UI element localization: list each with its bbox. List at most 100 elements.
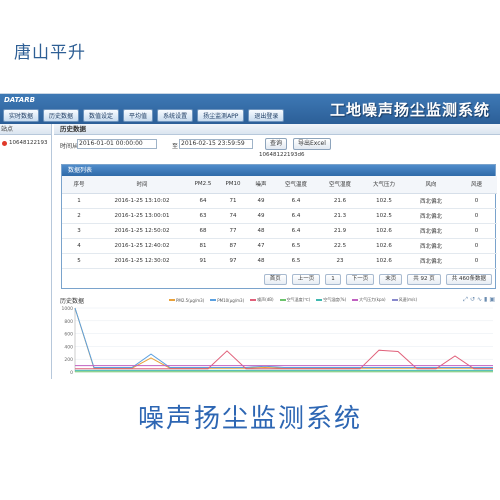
legend-item[interactable]: 空气湿度(%) bbox=[316, 297, 346, 303]
y-tick-label: 200 bbox=[64, 357, 73, 363]
query-button[interactable]: 查询 bbox=[265, 138, 288, 150]
legend-item[interactable]: PM10(μg/m3) bbox=[210, 297, 244, 303]
first-page-button[interactable]: 首页 bbox=[263, 274, 287, 285]
legend-swatch bbox=[391, 299, 398, 301]
col-header: PM10 bbox=[218, 176, 248, 194]
y-tick-label: 600 bbox=[64, 332, 73, 338]
table-cell: 0 bbox=[456, 238, 497, 254]
table-cell: 21.6 bbox=[318, 193, 362, 209]
prev-page-button[interactable]: 上一页 bbox=[291, 274, 321, 285]
table-cell: 49 bbox=[248, 193, 274, 209]
table-cell: 102.6 bbox=[362, 223, 406, 239]
table-cell: 6.5 bbox=[274, 253, 318, 269]
table-cell: 71 bbox=[218, 193, 248, 209]
table-cell: 0 bbox=[456, 193, 497, 209]
table-row[interactable]: 2 2016-1-25 13:00:01 63 74 49 6.4 21.3 1… bbox=[62, 208, 497, 224]
station-item[interactable]: 10648122193 bbox=[0, 135, 51, 146]
export-excel-button[interactable]: 导出Excel bbox=[293, 138, 331, 150]
y-tick-label: 1000 bbox=[62, 306, 74, 312]
status-dot-icon bbox=[2, 140, 7, 146]
col-header: 空气湿度 bbox=[318, 176, 362, 194]
legend-label: 空气湿度(%) bbox=[323, 297, 347, 302]
table-cell: 6.4 bbox=[274, 223, 318, 239]
restore-icon[interactable]: ↺ bbox=[470, 296, 475, 304]
logo: DATARB bbox=[4, 96, 35, 104]
table-cell: 102.5 bbox=[362, 208, 406, 224]
nav-realtime[interactable]: 实时数据 bbox=[3, 109, 40, 122]
table-row[interactable]: 4 2016-1-25 12:40:02 81 87 47 6.5 22.5 1… bbox=[62, 238, 497, 254]
legend-label: 大气压力(kpa) bbox=[359, 297, 386, 302]
table-cell: 63 bbox=[188, 208, 218, 224]
panel-title: 历史数据 bbox=[54, 124, 500, 135]
table-cell: 西北偏北 bbox=[406, 208, 456, 224]
table-cell: 97 bbox=[218, 253, 248, 269]
line-icon[interactable]: ∿ bbox=[477, 296, 482, 304]
legend-label: 风速(m/s) bbox=[398, 297, 418, 302]
nav-history[interactable]: 历史数据 bbox=[43, 109, 80, 122]
table-cell: 2016-1-25 12:50:02 bbox=[96, 223, 188, 239]
station-sidebar: 站点 10648122193 bbox=[0, 124, 52, 379]
legend-item[interactable]: 空气温度(℃) bbox=[279, 297, 310, 303]
legend-label: 噪声(dB) bbox=[257, 297, 274, 302]
legend-swatch bbox=[316, 299, 323, 301]
table-cell: 西北偏北 bbox=[406, 193, 456, 209]
legend-swatch bbox=[279, 299, 286, 301]
nav-settings[interactable]: 系统设置 bbox=[157, 109, 194, 122]
series-line bbox=[74, 307, 493, 368]
legend-item[interactable]: PM2.5(μg/m3) bbox=[169, 297, 204, 303]
next-page-button[interactable]: 下一页 bbox=[345, 274, 375, 285]
bar-icon[interactable]: ▮ bbox=[484, 296, 487, 304]
table-cell: 0 bbox=[456, 208, 497, 224]
nav-average[interactable]: 平均值 bbox=[123, 109, 154, 122]
table-cell: 2016-1-25 13:10:02 bbox=[96, 193, 188, 209]
table-cell: 102.6 bbox=[362, 253, 406, 269]
col-header: 时间 bbox=[96, 176, 188, 194]
history-line-chart: 0 200 400 600 800 1000 bbox=[62, 306, 493, 376]
page-number-input[interactable]: 1 bbox=[325, 274, 341, 285]
app-screenshot: DATARB 实时数据 历史数据 数值设定 平均值 系统设置 扬尘监测APP 退… bbox=[0, 93, 500, 379]
legend-swatch bbox=[169, 299, 175, 301]
legend-item[interactable]: 风速(m/s) bbox=[391, 297, 418, 303]
table-cell: 6.4 bbox=[274, 193, 318, 209]
save-icon[interactable]: ▣ bbox=[489, 296, 495, 304]
page: 唐山平升 DATARB 实时数据 历史数据 数值设定 平均值 系统设置 扬尘监测… bbox=[0, 0, 500, 500]
device-id: 10648122193d6 bbox=[259, 152, 305, 158]
table-cell: 5 bbox=[62, 253, 96, 269]
nav-app[interactable]: 扬尘监测APP bbox=[197, 109, 245, 122]
legend-item[interactable]: 噪声(dB) bbox=[250, 297, 274, 303]
table-cell: 48 bbox=[248, 223, 274, 239]
y-tick-label: 400 bbox=[64, 344, 73, 350]
filter-bar: 时间从 2016-01-01 00:00:00 至 2016-02-15 23:… bbox=[60, 138, 500, 160]
legend-swatch bbox=[210, 299, 217, 301]
table-cell: 西北偏北 bbox=[406, 238, 456, 254]
table-cell: 西北偏北 bbox=[406, 223, 456, 239]
top-navbar: DATARB 实时数据 历史数据 数值设定 平均值 系统设置 扬尘监测APP 退… bbox=[0, 94, 500, 124]
data-table: 序号 时间 PM2.5 PM10 噪声 空气温度 空气湿度 大气压力 风向 风速 bbox=[62, 176, 497, 269]
table-cell: 2 bbox=[62, 208, 96, 224]
station-label: 10648122193 bbox=[9, 140, 48, 146]
table-cell: 48 bbox=[248, 253, 274, 269]
table-cell: 102.6 bbox=[362, 238, 406, 254]
brand-title: 唐山平升 bbox=[14, 43, 86, 63]
last-page-button[interactable]: 末页 bbox=[379, 274, 403, 285]
from-date-input[interactable]: 2016-01-01 00:00:00 bbox=[77, 139, 157, 149]
to-date-input[interactable]: 2016-02-15 23:59:59 bbox=[179, 139, 253, 149]
table-cell: 西北偏北 bbox=[406, 253, 456, 269]
table-row[interactable]: 1 2016-1-25 13:10:02 64 71 49 6.4 21.6 1… bbox=[62, 193, 497, 209]
nav-setpoint[interactable]: 数值设定 bbox=[83, 109, 120, 122]
table-cell: 0 bbox=[456, 253, 497, 269]
zoom-icon[interactable]: ⤢ bbox=[463, 296, 468, 304]
table-cell: 3 bbox=[62, 223, 96, 239]
col-header: PM2.5 bbox=[188, 176, 218, 194]
table-row[interactable]: 5 2016-1-25 12:30:02 91 97 48 6.5 23 102… bbox=[62, 253, 497, 269]
main-panel: 历史数据 时间从 2016-01-01 00:00:00 至 2016-02-1… bbox=[54, 124, 500, 379]
table-cell: 6.4 bbox=[274, 208, 318, 224]
table-cell: 102.5 bbox=[362, 193, 406, 209]
nav-logout[interactable]: 退出登录 bbox=[248, 109, 285, 122]
table-row[interactable]: 3 2016-1-25 12:50:02 68 77 48 6.4 21.9 1… bbox=[62, 223, 497, 239]
legend-item[interactable]: 大气压力(kpa) bbox=[352, 297, 386, 303]
table-cell: 81 bbox=[188, 238, 218, 254]
table-cell: 91 bbox=[188, 253, 218, 269]
pagination: 首页 上一页 1 下一页 末页 共 92 页 共 460条数据 bbox=[263, 274, 492, 285]
table-cell: 2016-1-25 13:00:01 bbox=[96, 208, 188, 224]
